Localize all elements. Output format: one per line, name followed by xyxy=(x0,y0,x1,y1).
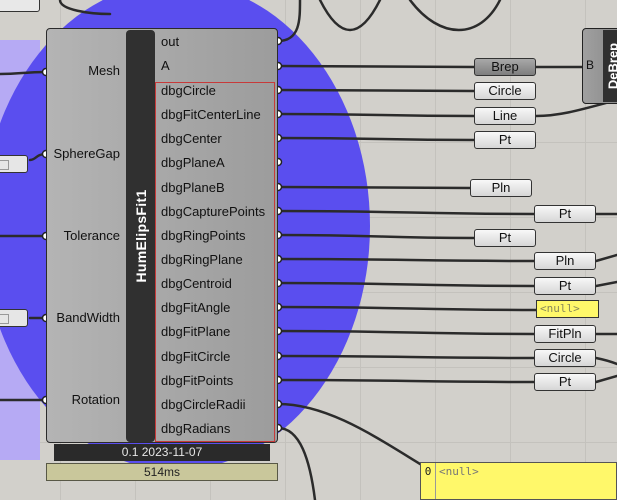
output-dbgringpoints[interactable]: dbgRingPoints xyxy=(161,228,246,243)
param-circle[interactable]: Circle xyxy=(474,82,536,100)
output-a[interactable]: A xyxy=(161,58,170,73)
component-name-strip[interactable]: HumElipsFit1 xyxy=(126,30,155,442)
param-pln[interactable]: Pln xyxy=(534,252,596,270)
partial-param-left-2[interactable] xyxy=(0,309,28,327)
output-dbgcircle[interactable]: dbgCircle xyxy=(161,83,216,98)
output-dbgcenter[interactable]: dbgCenter xyxy=(161,131,222,146)
component-version: 0.1 2023-11-07 xyxy=(54,444,270,461)
output-dbgringplane[interactable]: dbgRingPlane xyxy=(161,252,243,267)
input-tolerance[interactable]: Tolerance xyxy=(46,228,120,243)
input-rotation[interactable]: Rotation xyxy=(46,392,120,407)
param-fitpln[interactable]: FitPln xyxy=(534,325,596,343)
output-dbgradians[interactable]: dbgRadians xyxy=(161,421,230,436)
param-circle[interactable]: Circle xyxy=(534,349,596,367)
panel-index: 0 xyxy=(421,463,436,499)
param-pt[interactable]: Pt xyxy=(474,229,536,247)
param-pt[interactable]: Pt xyxy=(474,131,536,149)
component-name: HumElipsFit1 xyxy=(132,189,149,283)
param-line[interactable]: Line xyxy=(474,107,536,125)
debrep-name: DeBrep xyxy=(605,42,617,90)
output-dbgplaneb[interactable]: dbgPlaneB xyxy=(161,180,225,195)
input-spheregap[interactable]: SphereGap xyxy=(46,146,121,161)
debrep-input-b[interactable]: B xyxy=(586,58,594,72)
input-bandwidth[interactable]: BandWidth xyxy=(46,310,120,325)
param-pln[interactable]: Pln xyxy=(470,179,532,197)
output-dbgplanea[interactable]: dbgPlaneA xyxy=(161,155,225,170)
debrep-name-strip[interactable]: DeBrep xyxy=(603,30,617,102)
null-panel[interactable]: <null> xyxy=(536,300,599,318)
output-dbgcentroid[interactable]: dbgCentroid xyxy=(161,276,232,291)
input-mesh[interactable]: Mesh xyxy=(46,63,120,78)
output-dbgcircleradii[interactable]: dbgCircleRadii xyxy=(161,397,246,412)
output-out[interactable]: out xyxy=(161,34,179,49)
param-brep[interactable]: Brep xyxy=(474,58,536,76)
param-pt[interactable]: Pt xyxy=(534,373,596,391)
partial-param-left-1[interactable] xyxy=(0,155,28,173)
profiler-timer: 514ms xyxy=(46,463,278,481)
param-pt[interactable]: Pt xyxy=(534,277,596,295)
output-dbgcapturepoints[interactable]: dbgCapturePoints xyxy=(161,204,265,219)
panel-value: <null> xyxy=(439,465,479,478)
partial-component-topleft[interactable] xyxy=(0,0,40,12)
output-dbgfitcenterline[interactable]: dbgFitCenterLine xyxy=(161,107,261,122)
output-dbgfitangle[interactable]: dbgFitAngle xyxy=(161,300,230,315)
output-dbgfitplane[interactable]: dbgFitPlane xyxy=(161,324,230,339)
param-pt[interactable]: Pt xyxy=(534,205,596,223)
output-dbgfitcircle[interactable]: dbgFitCircle xyxy=(161,349,230,364)
output-panel[interactable]: 0 <null> xyxy=(420,462,617,500)
output-dbgfitpoints[interactable]: dbgFitPoints xyxy=(161,373,233,388)
